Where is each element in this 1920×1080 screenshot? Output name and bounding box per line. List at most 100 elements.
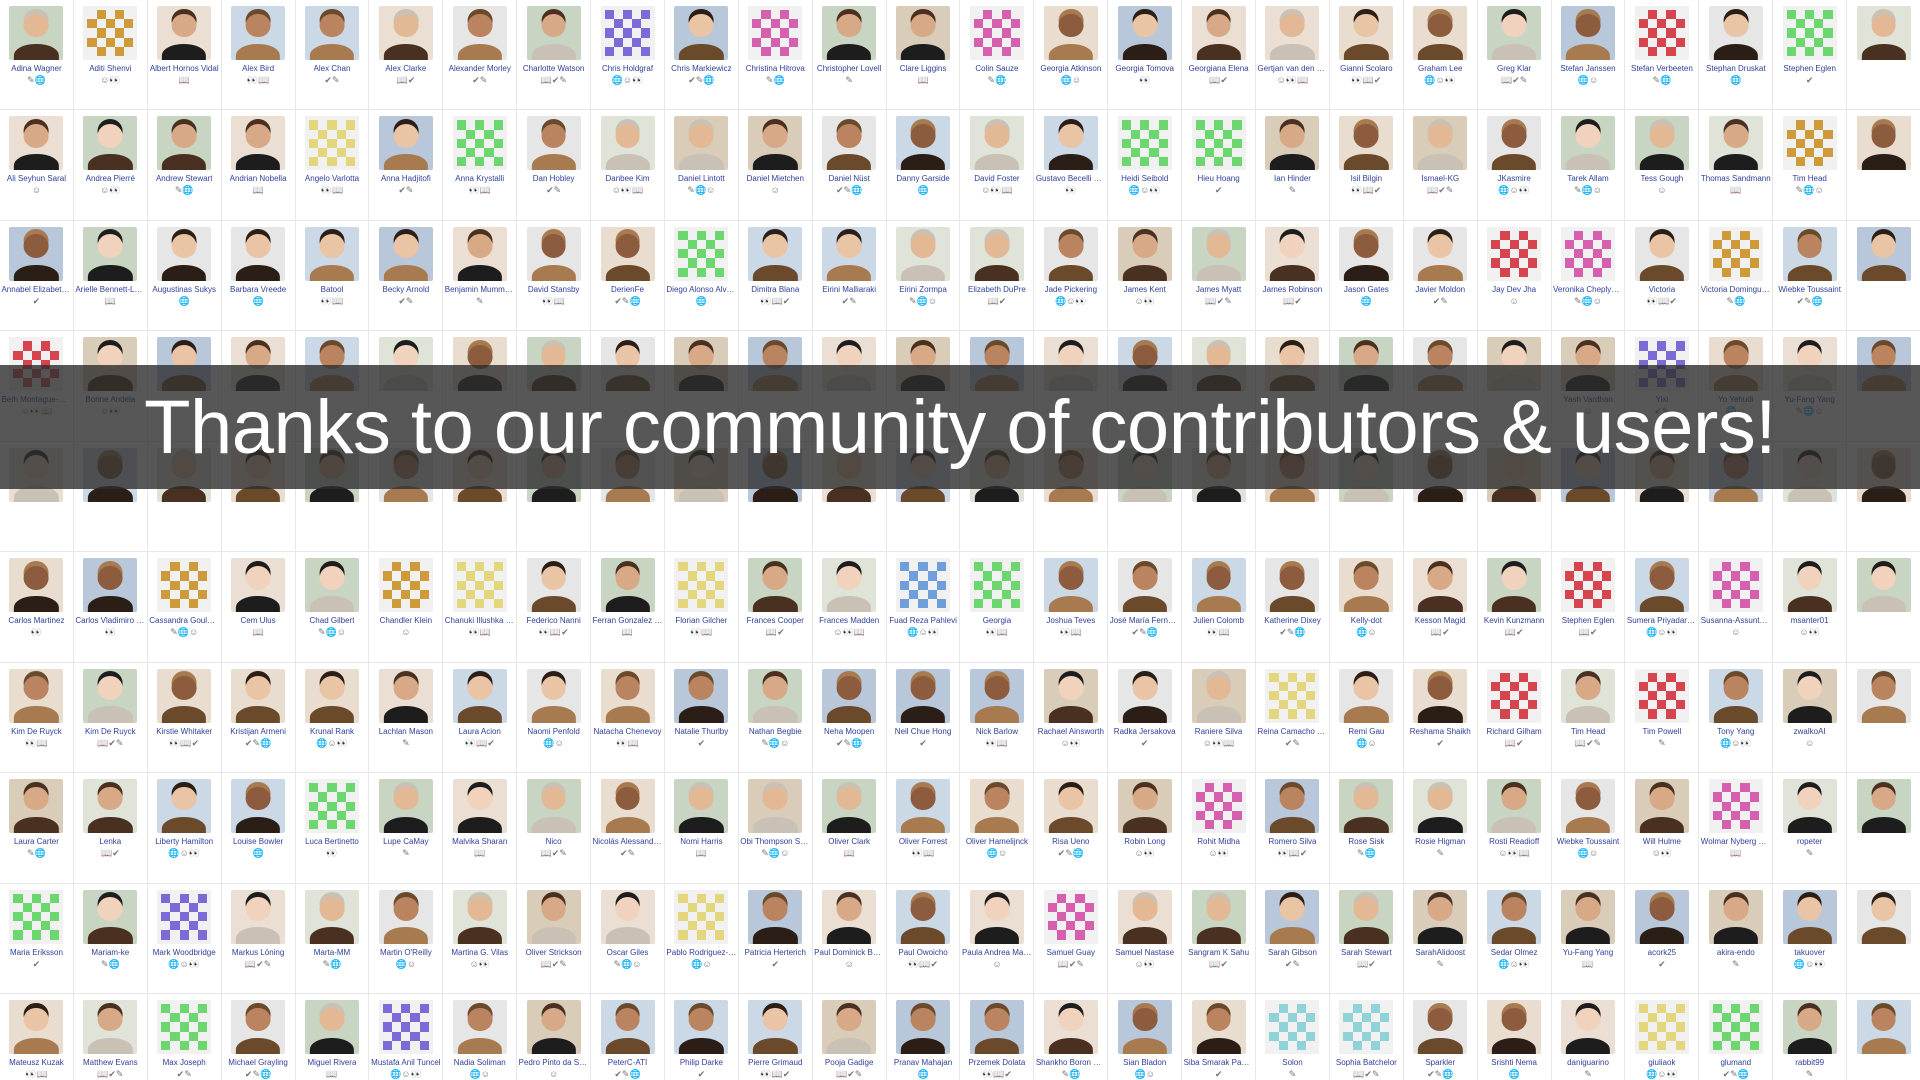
contribution-badges: 👀📖✔ [982,1069,1012,1080]
contribution-badges: ☺👀📖 [1498,848,1530,859]
identicon-avatar [1487,668,1542,723]
check-icon: ✔ [1436,737,1445,748]
contribution-badges: ✔✎🌐 [836,185,862,196]
avatar [1117,226,1172,281]
contributor-tile: Kim De Ruyck 👀📖 [0,662,73,773]
pencil-icon: ✎ [559,958,567,969]
contributor-name: Samuel Nastase [1115,947,1175,957]
smiley-icon: ☺ [1367,627,1377,638]
eyes-icon: 👀 [1075,295,1087,306]
contributor-tile: Stefan Janssen 🌐☺ [1551,0,1625,110]
contribution-badges: ✎🌐 [766,75,785,86]
avatar [83,558,138,613]
eyes-icon: 👀 [1207,627,1219,638]
contributor-tile: Laura Carter ✎🌐 [0,773,73,883]
check-icon: ✔ [847,1068,855,1079]
globe-icon: 🌐 [694,185,707,196]
contributor-tile: Liberty Hamilton 🌐☺👀 [147,773,221,883]
contributor-name: Srishti Nema [1491,1057,1538,1067]
contributor-tile: rabbit99 ✎ [1773,993,1847,1080]
contribution-badges: 📖✔✎ [1058,959,1084,970]
contributor-name: Adina Wagner [11,64,62,73]
book-icon: 📖 [479,627,491,638]
contributor-name: Rosie Higman [1415,837,1466,847]
eyes-icon: 👀 [985,627,997,638]
book-icon: 📖 [917,75,929,85]
eyes-icon: 👀 [1217,848,1229,859]
contribution-badges: 👀📖✔ [1647,296,1677,307]
contributor-name: Marta-MM [313,947,351,957]
avatar [1782,226,1837,281]
check-icon: ✔ [1220,958,1228,969]
globe-icon: 🌐 [1793,958,1806,969]
identicon-avatar [1708,999,1763,1054]
contribution-badges: ✔✎ [472,75,487,86]
book-icon: 📖 [1582,958,1594,969]
avatar [9,668,64,723]
eyes-icon: 👀 [616,737,628,748]
pencil-icon: ✎ [1574,295,1582,306]
contribution-badges: 📖✔✎ [1575,738,1601,749]
smiley-icon: ☺ [1814,185,1824,196]
avatar [526,999,581,1054]
avatar [1265,116,1320,171]
contributor-tile: Veronika Cheplygina ✎🌐☺ [1551,220,1625,331]
contributor-tile: Paula Andrea Martinez ☺ [960,883,1034,993]
avatar [1413,116,1468,171]
contribution-badges: 📖 [179,75,190,86]
book-icon: 📖 [1362,185,1374,196]
contributor-tile: Alex Clarke 📖✔ [369,0,443,110]
avatar [1856,889,1911,944]
avatar [231,116,286,171]
contributor-name: Sedar Olmez [1490,947,1538,957]
contributor-name: Eirini Zormpa [899,284,947,294]
book-icon: 📖 [104,295,116,306]
contributor-tile: Adina Wagner ✎🌐 [0,0,73,110]
avatar [1339,779,1394,834]
avatar [822,668,877,723]
contribution-badges: 🌐☺ [396,959,416,970]
contributor-tile: Oliver Clark 📖 [812,773,886,883]
smiley-icon: ☺ [622,75,633,85]
contributor-tile: Kesson Magid 📖✔ [1403,552,1477,662]
contributor-name: Richard Gilham [1486,726,1542,736]
contributor-tile: daniguarino ✎ [1551,993,1625,1080]
contributor-name: Lenka [99,837,122,847]
avatar [1487,558,1542,613]
avatar [526,226,581,281]
pencil-icon: ✎ [1804,295,1812,306]
contributor-tile: Rachael Ainsworth ☺👀 [1034,662,1108,773]
pencil-icon: ✎ [1356,848,1365,859]
avatar [1265,226,1320,281]
contribution-badges: ☺ [401,627,410,638]
contributor-tile: Oliver Hamelijnck 🌐☺ [960,773,1034,883]
contribution-badges: 📖 [844,848,855,859]
book-icon: 📖 [632,185,644,196]
contributor-name: Maria Eriksson [9,947,63,957]
pencil-icon: ✎ [1436,958,1445,969]
contributor-name: Tony Yang [1717,726,1755,736]
pencil-icon: ✎ [559,75,567,85]
contribution-badges: 📖✔✎ [836,1069,862,1080]
smiley-icon: ☺ [927,295,938,306]
contributor-tile: Barbara Vreede 🌐 [221,220,295,331]
pencil-icon: ✎ [627,848,636,859]
contributor-name: DerienFe [611,284,644,294]
contributor-name: Andrew Stewart [155,174,213,184]
smiley-icon: ☺ [100,75,110,85]
contributor-name: David Stansby [527,284,580,294]
contribution-badges: ✎🌐 [1653,75,1672,86]
check-icon: ✔ [1515,627,1524,638]
contribution-badges: ☺👀 [1134,848,1154,859]
avatar [1487,889,1542,944]
avatar [969,999,1024,1054]
avatar [1634,889,1689,944]
contributor-tile: Alex Bird 👀📖 [221,0,295,110]
avatar [1117,6,1172,60]
avatar [1043,6,1098,60]
contributor-name: Graham Lee [1418,64,1463,73]
contribution-badges: ✎🌐☺ [687,185,715,196]
avatar [1708,6,1763,60]
contributor-name: Gertjan van den Burg [1257,64,1328,73]
pencil-icon: ✎ [1445,185,1454,196]
